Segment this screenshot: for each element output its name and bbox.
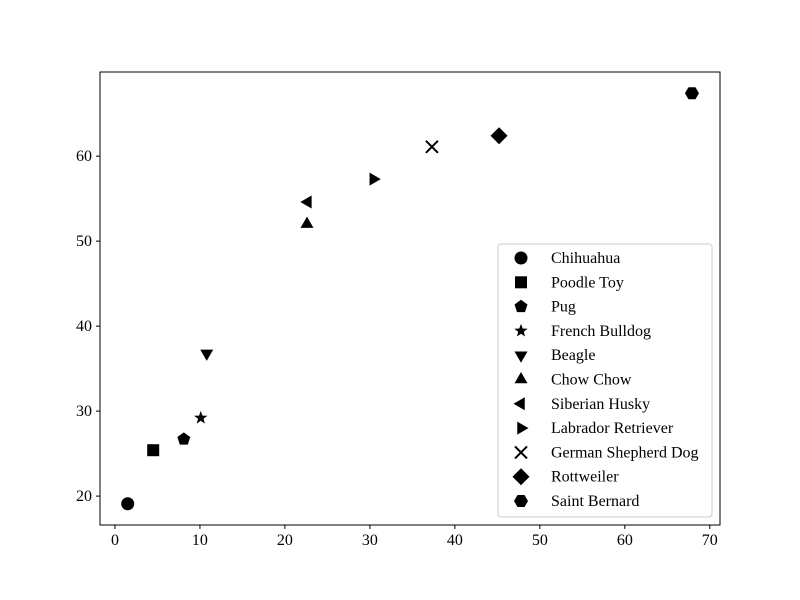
y-axis: 20 30 40 50 60: [76, 148, 100, 505]
legend-label: Poodle Toy: [551, 274, 624, 291]
x-tick-label: 0: [111, 532, 119, 549]
scatter-chart: 0 10 20 30 40 50 60 70 20 30 40 50 60 Chihuahua Pood…: [76, 71, 721, 549]
x-tick-label: 40: [447, 532, 463, 549]
data-point-french-bulldog: [194, 410, 208, 424]
data-point-saint-bernard: [684, 87, 699, 100]
legend-label: Saint Bernard: [551, 493, 639, 510]
y-tick-label: 40: [76, 318, 92, 335]
data-point-poodle-toy: [147, 444, 160, 457]
legend-marker-circle: [514, 251, 528, 265]
x-tick-label: 20: [277, 532, 293, 549]
y-tick-label: 60: [76, 148, 92, 165]
data-point-siberian-husky: [300, 195, 312, 209]
data-point-german-shepherd-dog: [425, 140, 439, 154]
x-tick-label: 50: [532, 532, 548, 549]
x-tick-label: 10: [192, 532, 208, 549]
legend-label: German Shepherd Dog: [551, 444, 699, 461]
legend-label: Beagle: [551, 347, 595, 364]
legend-label: Labrador Retriever: [551, 420, 674, 437]
y-tick-label: 50: [76, 233, 92, 250]
legend-label: Siberian Husky: [551, 396, 650, 413]
legend-label: French Bulldog: [551, 323, 651, 340]
y-tick-label: 20: [76, 488, 92, 505]
data-point-chow-chow: [300, 216, 314, 228]
legend-label: Chihuahua: [551, 250, 620, 267]
legend-marker-square: [515, 276, 527, 289]
data-point-rottweiler: [490, 127, 508, 145]
legend-label: Chow Chow: [551, 372, 632, 389]
data-point-chihuahua: [121, 497, 135, 511]
y-tick-label: 30: [76, 403, 92, 420]
data-point-labrador-retriever: [369, 172, 381, 186]
data-point-pug: [177, 432, 191, 445]
x-tick-label: 60: [617, 532, 633, 549]
x-axis: 0 10 20 30 40 50 60 70: [111, 525, 718, 549]
legend-label: Rottweiler: [551, 469, 619, 486]
x-tick-label: 30: [362, 532, 378, 549]
legend-label: Pug: [551, 299, 576, 316]
data-point-beagle: [200, 349, 214, 361]
x-tick-label: 70: [702, 532, 718, 549]
legend: Chihuahua Poodle Toy Pug French Bulldog Beag…: [497, 243, 713, 518]
